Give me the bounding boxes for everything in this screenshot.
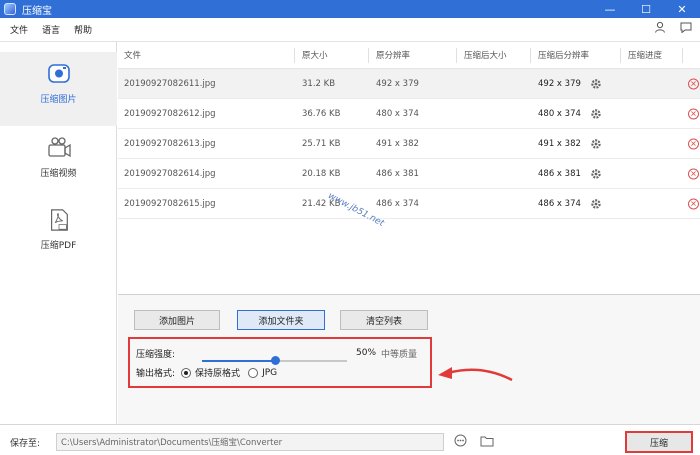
header-compressed-resolution: 压缩后分辨率 — [538, 51, 590, 61]
image-icon — [47, 64, 70, 83]
gear-icon[interactable] — [590, 168, 602, 180]
menu-help[interactable]: 帮助 — [64, 23, 92, 36]
cell-resolution: 492 x 379 — [376, 78, 419, 89]
strength-row: 压缩强度: 50% 中等质量 — [136, 344, 432, 365]
remove-icon[interactable]: ✕ — [688, 168, 699, 179]
user-icon[interactable] — [654, 21, 666, 36]
settings-panel: 添加图片 添加文件夹 清空列表 压缩强度: 50% 中等质量 输出格式: 保持原… — [118, 294, 700, 424]
cell-file: 20190927082613.jpg — [124, 138, 216, 149]
sidebar: 压缩图片 压缩视频 压缩PDF — [0, 42, 117, 424]
gear-icon[interactable] — [590, 138, 602, 150]
close-button[interactable]: ✕ — [664, 0, 700, 18]
minimize-button[interactable]: — — [592, 0, 628, 18]
sidebar-item-compress-video[interactable]: 压缩视频 — [0, 128, 117, 202]
file-table: 文件 原大小 原分辨率 压缩后大小 压缩后分辨率 压缩进度 2019092708… — [118, 42, 700, 219]
header-file: 文件 — [124, 51, 142, 61]
remove-icon[interactable]: ✕ — [688, 138, 699, 149]
cell-compressed-resolution: 491 x 382 — [538, 138, 581, 149]
menu-bar: 文件 语言 帮助 — [0, 18, 700, 42]
cell-size: 31.2 KB — [302, 78, 336, 89]
cell-resolution: 491 x 382 — [376, 138, 419, 149]
strength-slider-handle[interactable] — [270, 356, 280, 365]
remove-icon[interactable]: ✕ — [688, 78, 699, 89]
quality-text: 中等质量 — [381, 349, 418, 360]
sidebar-item-compress-pdf[interactable]: 压缩PDF — [0, 202, 117, 276]
strength-label: 压缩强度: — [136, 349, 176, 360]
more-icon[interactable] — [454, 434, 467, 450]
cell-size: 36.76 KB — [302, 108, 341, 119]
add-folder-button[interactable]: 添加文件夹 — [237, 310, 325, 330]
table-row[interactable]: 20190927082615.jpg 21.42 KB 486 x 374 48… — [118, 189, 700, 219]
title-bar: 压缩宝 — ☐ ✕ — [0, 0, 700, 18]
feedback-icon[interactable] — [680, 21, 692, 36]
table-row[interactable]: 20190927082613.jpg 25.71 KB 491 x 382 49… — [118, 129, 700, 159]
table-row[interactable]: 20190927082611.jpg 31.2 KB 492 x 379 492… — [118, 69, 700, 99]
clear-list-button[interactable]: 清空列表 — [340, 310, 428, 330]
table-row[interactable]: 20190927082614.jpg 20.18 KB 486 x 381 48… — [118, 159, 700, 189]
menu-file[interactable]: 文件 — [0, 23, 28, 36]
header-resolution: 原分辨率 — [376, 51, 411, 61]
cell-resolution: 486 x 381 — [376, 168, 419, 179]
cell-compressed-resolution: 480 x 374 — [538, 108, 581, 119]
cell-file: 20190927082611.jpg — [124, 78, 216, 89]
compression-settings: 压缩强度: 50% 中等质量 输出格式: 保持原格式 JPG — [128, 337, 432, 388]
radio-jpg[interactable] — [248, 367, 259, 378]
cell-compressed-resolution: 486 x 381 — [538, 168, 581, 179]
cell-file: 20190927082612.jpg — [124, 108, 216, 119]
video-icon — [47, 137, 71, 158]
cell-resolution: 486 x 374 — [376, 198, 419, 209]
remove-icon[interactable]: ✕ — [688, 198, 699, 209]
remove-icon[interactable]: ✕ — [688, 108, 699, 119]
strength-percent: 50% — [356, 348, 377, 358]
cell-compressed-resolution: 492 x 379 — [538, 78, 581, 89]
window-title: 压缩宝 — [22, 5, 52, 17]
pdf-icon — [50, 209, 68, 231]
app-logo-icon — [4, 3, 16, 15]
sidebar-item-label: 压缩PDF — [40, 241, 77, 251]
gear-icon[interactable] — [590, 78, 602, 90]
cell-file: 20190927082614.jpg — [124, 168, 216, 179]
format-option-jpg[interactable]: JPG — [262, 368, 277, 378]
format-option-keep[interactable]: 保持原格式 — [195, 366, 240, 379]
table-header: 文件 原大小 原分辨率 压缩后大小 压缩后分辨率 压缩进度 — [118, 42, 700, 69]
cell-compressed-resolution: 486 x 374 — [538, 198, 581, 209]
maximize-button[interactable]: ☐ — [628, 0, 664, 18]
cell-size: 25.71 KB — [302, 138, 341, 149]
annotation-arrow — [438, 367, 513, 382]
radio-keep-format[interactable] — [181, 367, 192, 378]
compress-button[interactable]: 压缩 — [625, 431, 693, 453]
save-to-label: 保存至: — [10, 439, 41, 449]
header-compressed-size: 压缩后大小 — [464, 51, 507, 61]
header-progress: 压缩进度 — [628, 51, 663, 61]
table-row[interactable]: 20190927082612.jpg 36.76 KB 480 x 374 48… — [118, 99, 700, 129]
cell-file: 20190927082615.jpg — [124, 198, 216, 209]
header-size: 原大小 — [302, 51, 328, 61]
cell-resolution: 480 x 374 — [376, 108, 419, 119]
strength-slider-fill — [202, 360, 275, 362]
sidebar-item-label: 压缩图片 — [40, 95, 77, 105]
footer: 保存至: 压缩 — [0, 424, 700, 455]
add-image-button[interactable]: 添加图片 — [134, 310, 220, 330]
cell-size: 20.18 KB — [302, 168, 341, 179]
folder-icon[interactable] — [480, 435, 494, 450]
menu-language[interactable]: 语言 — [32, 23, 60, 36]
gear-icon[interactable] — [590, 108, 602, 120]
sidebar-item-label: 压缩视频 — [40, 169, 77, 179]
sidebar-item-compress-image[interactable]: 压缩图片 — [0, 52, 117, 126]
gear-icon[interactable] — [590, 198, 602, 210]
save-path-input[interactable] — [56, 433, 444, 451]
format-row: 输出格式: 保持原格式 JPG — [136, 366, 277, 379]
format-label: 输出格式: — [136, 369, 176, 379]
strength-slider[interactable] — [202, 356, 347, 365]
